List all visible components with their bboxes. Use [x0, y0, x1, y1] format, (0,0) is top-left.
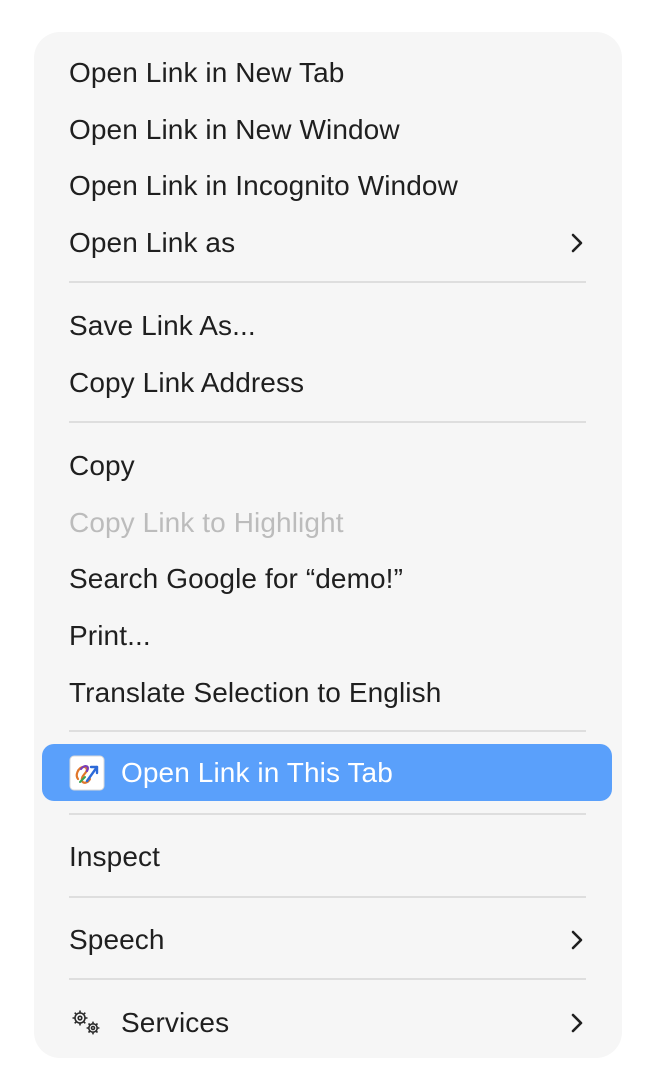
- menu-item-save-link-as[interactable]: Save Link As...: [34, 297, 622, 354]
- menu-item-open-link-incognito[interactable]: Open Link in Incognito Window: [34, 157, 622, 214]
- menu-item-label: Open Link as: [69, 226, 236, 258]
- menu-item-label: Translate Selection to English: [69, 676, 442, 708]
- menu-item-copy[interactable]: Copy: [34, 437, 622, 494]
- menu-item-inspect[interactable]: Inspect: [34, 828, 622, 885]
- menu-separator: [69, 813, 586, 815]
- menu-item-speech[interactable]: Speech: [34, 911, 622, 968]
- menu-item-label: Inspect: [69, 840, 160, 872]
- menu-item-label: Services: [121, 1006, 230, 1038]
- menu-item-label: Open Link in This Tab: [121, 756, 393, 788]
- chevron-right-icon: [570, 929, 584, 951]
- chevron-right-icon: [570, 232, 584, 254]
- chevron-right-icon: [570, 1012, 584, 1034]
- menu-item-label: Open Link in Incognito Window: [69, 169, 458, 201]
- menu-item-open-link-as[interactable]: Open Link as: [34, 214, 622, 271]
- menu-separator: [69, 978, 586, 980]
- menu-item-label: Copy: [69, 449, 135, 481]
- menu-item-copy-link-address[interactable]: Copy Link Address: [34, 354, 622, 411]
- menu-item-label: Print...: [69, 619, 151, 651]
- menu-item-print[interactable]: Print...: [34, 607, 622, 664]
- menu-item-label: Search Google for “demo!”: [69, 562, 403, 594]
- context-menu: Open Link in New Tab Open Link in New Wi…: [34, 32, 622, 1058]
- menu-item-open-link-this-tab[interactable]: Open Link in This Tab: [34, 744, 622, 801]
- menu-item-open-link-new-tab[interactable]: Open Link in New Tab: [34, 44, 622, 101]
- gears-icon: [69, 1008, 105, 1038]
- menu-item-label: Open Link in New Tab: [69, 56, 345, 88]
- menu-item-label: Open Link in New Window: [69, 113, 400, 145]
- menu-item-services[interactable]: Services: [34, 994, 622, 1051]
- menu-item-translate-selection[interactable]: Translate Selection to English: [34, 664, 622, 721]
- menu-item-copy-link-to-highlight: Copy Link to Highlight: [34, 494, 622, 551]
- menu-separator: [69, 421, 586, 423]
- menu-item-open-link-new-window[interactable]: Open Link in New Window: [34, 101, 622, 158]
- menu-separator: [69, 281, 586, 283]
- link-extension-icon: [69, 755, 105, 791]
- menu-item-label: Save Link As...: [69, 309, 256, 341]
- menu-item-label: Speech: [69, 923, 165, 955]
- menu-item-search-google[interactable]: Search Google for “demo!”: [34, 550, 622, 607]
- menu-separator: [69, 730, 586, 732]
- menu-item-label: Copy Link to Highlight: [69, 506, 344, 538]
- menu-separator: [69, 896, 586, 898]
- menu-item-label: Copy Link Address: [69, 366, 305, 398]
